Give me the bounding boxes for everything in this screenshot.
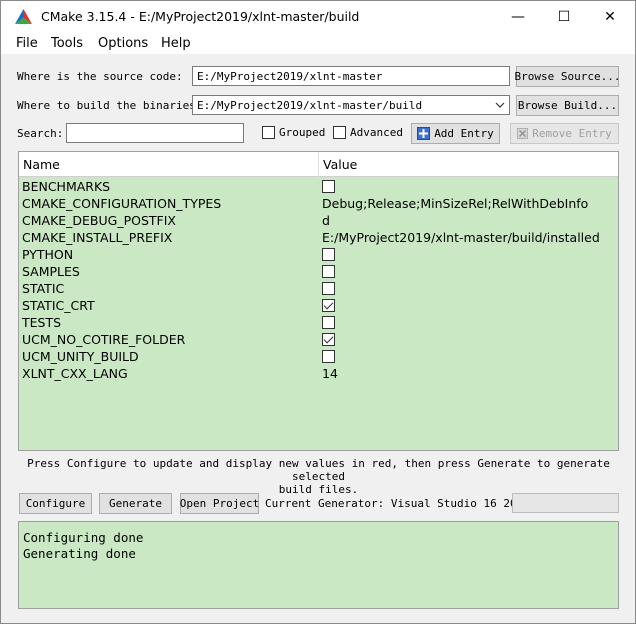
- remove-entry-label: Remove Entry: [532, 127, 612, 140]
- cell-name: TESTS: [22, 315, 62, 330]
- column-header-value[interactable]: Value: [323, 157, 357, 172]
- cell-name: BENCHMARKS: [22, 179, 111, 194]
- minimize-button[interactable]: —: [495, 1, 541, 32]
- configure-button[interactable]: Configure: [19, 493, 92, 514]
- browse-source-button[interactable]: Browse Source...: [515, 66, 620, 87]
- browse-build-button[interactable]: Browse Build...: [516, 95, 619, 116]
- open-project-button[interactable]: Open Project: [180, 493, 259, 514]
- remove-entry-button[interactable]: Remove Entry: [510, 123, 619, 144]
- hint-text: Press Configure to update and display ne…: [18, 457, 619, 496]
- add-entry-button[interactable]: Add Entry: [411, 123, 500, 144]
- value-checkbox[interactable]: [322, 299, 335, 312]
- cell-name: PYTHON: [22, 247, 74, 262]
- search-label: Search:: [17, 127, 64, 140]
- grouped-checkbox-box[interactable]: [262, 126, 275, 139]
- cell-name: UCM_NO_COTIRE_FOLDER: [22, 332, 186, 347]
- menu-bar: File Tools Options Help: [1, 32, 635, 54]
- chevron-down-icon[interactable]: [495, 101, 505, 109]
- cell-value[interactable]: 14: [322, 366, 338, 381]
- value-checkbox[interactable]: [322, 180, 335, 193]
- build-path-value: E:/MyProject2019/xlnt-master/build: [197, 99, 423, 112]
- table-row[interactable]: STATIC_CRT: [19, 297, 618, 314]
- value-checkbox[interactable]: [322, 350, 335, 363]
- cell-value[interactable]: E:/MyProject2019/xlnt-master/build/insta…: [322, 230, 600, 245]
- cell-name: CMAKE_INSTALL_PREFIX: [22, 230, 173, 245]
- cache-table[interactable]: Name Value BENCHMARKS CMAKE_CONFIGURATION…: [18, 151, 619, 451]
- add-icon: [417, 127, 431, 140]
- cell-value[interactable]: d: [322, 213, 330, 228]
- value-checkbox[interactable]: [322, 333, 335, 346]
- close-button[interactable]: ✕: [587, 1, 633, 32]
- output-line: Configuring done: [23, 530, 144, 545]
- value-checkbox[interactable]: [322, 316, 335, 329]
- advanced-label: Advanced: [350, 126, 403, 139]
- advanced-checkbox[interactable]: Advanced: [333, 126, 403, 139]
- generate-button[interactable]: Generate: [99, 493, 172, 514]
- table-row[interactable]: UCM_NO_COTIRE_FOLDER: [19, 331, 618, 348]
- grouped-label: Grouped: [279, 126, 326, 139]
- cell-name: STATIC: [22, 281, 65, 296]
- cell-name: CMAKE_CONFIGURATION_TYPES: [22, 196, 222, 211]
- table-row[interactable]: CMAKE_DEBUG_POSTFIX d: [19, 212, 618, 229]
- cmake-window: CMake 3.15.4 - E:/MyProject2019/xlnt-mas…: [0, 0, 636, 624]
- remove-icon: [517, 128, 529, 139]
- cell-name: UCM_UNITY_BUILD: [22, 349, 139, 364]
- window-title: CMake 3.15.4 - E:/MyProject2019/xlnt-mas…: [41, 9, 360, 24]
- maximize-button[interactable]: ☐: [541, 1, 587, 32]
- value-checkbox[interactable]: [322, 248, 335, 261]
- table-row[interactable]: PYTHON: [19, 246, 618, 263]
- value-checkbox[interactable]: [322, 265, 335, 278]
- cell-name: STATIC_CRT: [22, 298, 95, 313]
- build-path-combobox[interactable]: E:/MyProject2019/xlnt-master/build: [192, 95, 510, 115]
- table-header: Name Value: [19, 152, 618, 177]
- table-row[interactable]: STATIC: [19, 280, 618, 297]
- add-entry-label: Add Entry: [434, 127, 494, 140]
- source-path-input[interactable]: E:/MyProject2019/xlnt-master: [192, 66, 510, 86]
- table-row[interactable]: XLNT_CXX_LANG 14: [19, 365, 618, 382]
- search-input[interactable]: [66, 123, 244, 143]
- column-divider[interactable]: [318, 152, 319, 177]
- title-bar[interactable]: CMake 3.15.4 - E:/MyProject2019/xlnt-mas…: [1, 1, 635, 32]
- menu-options[interactable]: Options: [98, 36, 148, 51]
- cmake-logo-icon: [15, 9, 32, 24]
- menu-file[interactable]: File: [16, 36, 38, 51]
- menu-tools[interactable]: Tools: [51, 36, 83, 51]
- advanced-checkbox-box[interactable]: [333, 126, 346, 139]
- current-generator-text: Current Generator: Visual Studio 16 2019: [265, 497, 530, 510]
- cell-value[interactable]: Debug;Release;MinSizeRel;RelWithDebInfo: [322, 196, 588, 211]
- table-row[interactable]: TESTS: [19, 314, 618, 331]
- column-header-name[interactable]: Name: [23, 157, 60, 172]
- cell-name: CMAKE_DEBUG_POSTFIX: [22, 213, 176, 228]
- output-log[interactable]: Configuring done Generating done: [18, 521, 619, 609]
- cell-name: SAMPLES: [22, 264, 80, 279]
- progress-bar: [512, 493, 619, 513]
- table-row[interactable]: UCM_UNITY_BUILD: [19, 348, 618, 365]
- hint-line-1: Press Configure to update and display ne…: [27, 457, 610, 483]
- table-row[interactable]: SAMPLES: [19, 263, 618, 280]
- value-checkbox[interactable]: [322, 282, 335, 295]
- output-line: Generating done: [23, 546, 136, 561]
- source-label: Where is the source code:: [17, 70, 183, 83]
- table-row[interactable]: BENCHMARKS: [19, 178, 618, 195]
- cell-name: XLNT_CXX_LANG: [22, 366, 128, 381]
- grouped-checkbox[interactable]: Grouped: [262, 126, 325, 139]
- menu-help[interactable]: Help: [161, 36, 191, 51]
- build-label: Where to build the binaries:: [17, 99, 203, 112]
- table-row[interactable]: CMAKE_INSTALL_PREFIX E:/MyProject2019/xln…: [19, 229, 618, 246]
- table-row[interactable]: CMAKE_CONFIGURATION_TYPES Debug;Release;M…: [19, 195, 618, 212]
